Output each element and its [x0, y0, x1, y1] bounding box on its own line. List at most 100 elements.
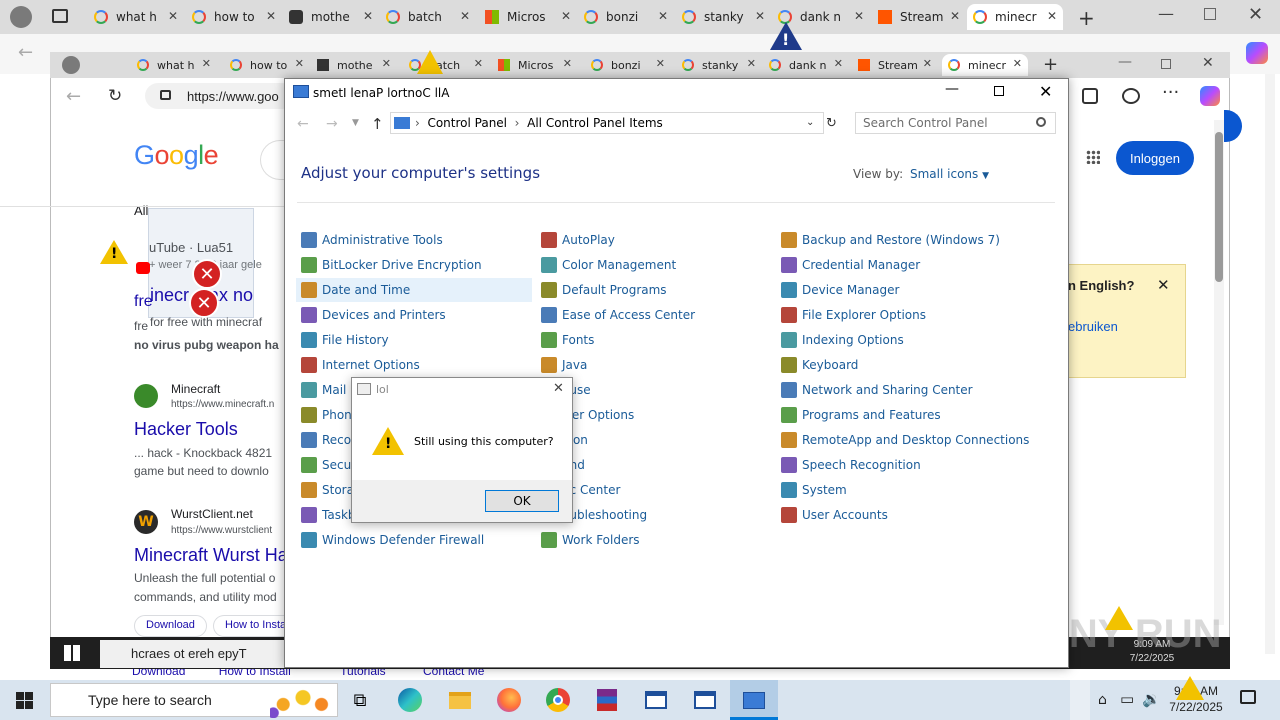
- tab-close-icon[interactable]: ✕: [561, 9, 571, 23]
- inner-refresh-icon[interactable]: ↻: [108, 86, 122, 106]
- cp-item-fonts[interactable]: Fonts: [541, 329, 594, 351]
- cp-item-credential-manager[interactable]: Credential Manager: [781, 254, 920, 276]
- edge-icon[interactable]: [396, 686, 424, 714]
- cp-item-ease-of-access-center[interactable]: Ease of Access Center: [541, 304, 695, 326]
- network-icon[interactable]: ⌂: [1098, 692, 1107, 708]
- extensions-icon[interactable]: [1122, 88, 1140, 104]
- inner-tab-3[interactable]: batch ✕: [403, 54, 489, 76]
- minimize-button[interactable]: —: [1158, 4, 1174, 23]
- cp-item-bitlocker-drive-encryption[interactable]: BitLocker Drive Encryption: [301, 254, 482, 276]
- tab-close-icon[interactable]: ✕: [295, 57, 304, 70]
- copilot-icon[interactable]: [1246, 42, 1268, 64]
- inner-tab-4[interactable]: Micros ✕: [492, 54, 578, 76]
- inner-restore-button[interactable]: [1161, 59, 1171, 69]
- cp-item-autoplay[interactable]: AutoPlay: [541, 229, 615, 251]
- tab-close-icon[interactable]: ✕: [460, 9, 470, 23]
- tab-close-icon[interactable]: ✕: [382, 57, 391, 70]
- inner-back-icon[interactable]: ←: [66, 86, 81, 107]
- dialog-ok-button[interactable]: OK: [485, 490, 559, 512]
- app-window-icon-2[interactable]: [691, 686, 719, 714]
- cp-item-windows-defender-firewall[interactable]: Windows Defender Firewall: [301, 529, 484, 551]
- winrar-icon[interactable]: [593, 686, 621, 714]
- cp-item-mail[interactable]: Mail (: [301, 379, 355, 401]
- show-hidden-icons[interactable]: [1070, 680, 1090, 720]
- volume-icon[interactable]: 🔉: [1142, 690, 1161, 708]
- tab-3[interactable]: batch ✕: [380, 4, 476, 30]
- restore-button[interactable]: [1204, 8, 1216, 20]
- inner-tab-8[interactable]: Stream ✕: [852, 54, 938, 76]
- inner-tab-0[interactable]: what h ✕: [131, 54, 217, 76]
- cp-item-secur[interactable]: Secur: [301, 454, 356, 476]
- inner-start-icon[interactable]: [64, 645, 80, 661]
- cp-search-icon[interactable]: [1036, 117, 1046, 127]
- cp-back-icon[interactable]: ←: [297, 116, 309, 132]
- tab-close-icon[interactable]: ✕: [1047, 9, 1057, 23]
- inner-scrollbar-thumb[interactable]: [1215, 132, 1223, 282]
- minecraft-title[interactable]: Hacker Tools: [134, 419, 238, 440]
- cp-recent-icon[interactable]: ▼: [352, 118, 359, 128]
- cp-item-device-manager[interactable]: Device Manager: [781, 279, 899, 301]
- back-icon[interactable]: ←: [18, 42, 33, 63]
- tab-close-icon[interactable]: ✕: [563, 57, 572, 70]
- cp-up-icon[interactable]: ↑: [371, 115, 384, 133]
- cp-item-date-and-time[interactable]: Date and Time: [301, 279, 410, 301]
- profile-avatar[interactable]: [10, 6, 32, 28]
- view-by-dropdown[interactable]: Small icons ▼: [910, 167, 989, 181]
- view-by-value[interactable]: Small icons: [910, 167, 978, 181]
- more-menu-icon[interactable]: ···: [1162, 82, 1179, 103]
- close-window-button[interactable]: ✕: [1248, 4, 1263, 25]
- cp-item-file-explorer-options[interactable]: File Explorer Options: [781, 304, 926, 326]
- tab-close-icon[interactable]: ✕: [923, 57, 932, 70]
- cp-item-remoteapp-and-desktop-connections[interactable]: RemoteApp and Desktop Connections: [781, 429, 1029, 451]
- cp-item-internet-options[interactable]: Internet Options: [301, 354, 420, 376]
- tab-close-icon[interactable]: ✕: [755, 9, 765, 23]
- tab-close-icon[interactable]: ✕: [658, 9, 668, 23]
- inner-minimize-button[interactable]: —: [1118, 54, 1132, 70]
- cp-item-default-programs[interactable]: Default Programs: [541, 279, 667, 301]
- tab-close-icon[interactable]: ✕: [202, 57, 211, 70]
- tab-close-icon[interactable]: ✕: [168, 9, 178, 23]
- tab-close-icon[interactable]: ✕: [834, 57, 843, 70]
- tab-close-icon[interactable]: ✕: [1013, 57, 1022, 70]
- inner-tab-2[interactable]: mothe ✕: [311, 54, 397, 76]
- tab-0[interactable]: what h ✕: [88, 4, 184, 30]
- wurst-title[interactable]: Minecraft Wurst Ha: [134, 545, 284, 566]
- inner-tab-9[interactable]: minecr ✕: [942, 54, 1028, 76]
- dialog-close-icon[interactable]: ✕: [553, 381, 564, 396]
- tab-1[interactable]: how to ✕: [186, 4, 282, 30]
- collections-icon[interactable]: [1082, 88, 1098, 104]
- inner-close-button[interactable]: ✕: [1202, 55, 1214, 71]
- cp-close-button[interactable]: ✕: [1039, 82, 1052, 101]
- breadcrumb-control-panel[interactable]: Control Panel: [427, 116, 507, 130]
- firefox-icon[interactable]: [495, 686, 523, 714]
- wifi-icon[interactable]: ▭: [1120, 690, 1134, 708]
- cp-item-user-accounts[interactable]: User Accounts: [781, 504, 888, 526]
- cp-forward-icon[interactable]: →: [326, 116, 338, 132]
- google-logo[interactable]: Google: [134, 140, 219, 171]
- tab-close-icon[interactable]: ✕: [950, 9, 960, 23]
- breadcrumb-all-items[interactable]: All Control Panel Items: [527, 116, 663, 130]
- inner-profile-avatar[interactable]: [62, 56, 80, 74]
- inner-new-tab-button[interactable]: +: [1043, 54, 1058, 75]
- cp-item-network-and-sharing-center[interactable]: Network and Sharing Center: [781, 379, 973, 401]
- cp-item-keyboard[interactable]: Keyboard: [781, 354, 858, 376]
- inner-tab-6[interactable]: stanky ✕: [676, 54, 762, 76]
- cp-minimize-button[interactable]: —: [945, 81, 959, 97]
- cp-item-system[interactable]: System: [781, 479, 847, 501]
- tab-8[interactable]: Stream ✕: [872, 4, 966, 30]
- cp-item-java[interactable]: Java: [541, 354, 587, 376]
- start-button[interactable]: [16, 692, 33, 709]
- cp-refresh-icon[interactable]: ↻: [826, 116, 837, 131]
- tab-close-icon[interactable]: ✕: [363, 9, 373, 23]
- cp-item-programs-and-features[interactable]: Programs and Features: [781, 404, 941, 426]
- inner-copilot-icon[interactable]: [1200, 86, 1220, 106]
- translate-popup-link[interactable]: ebruiken: [1068, 319, 1118, 334]
- chip-how-to-install[interactable]: How to Insta: [213, 615, 284, 637]
- tab-close-icon[interactable]: ✕: [266, 9, 276, 23]
- cp-item-administrative-tools[interactable]: Administrative Tools: [301, 229, 443, 251]
- tab-close-icon[interactable]: ✕: [854, 9, 864, 23]
- chrome-icon[interactable]: [544, 686, 572, 714]
- cp-item-file-history[interactable]: File History: [301, 329, 389, 351]
- inner-tab-7[interactable]: dank n ✕: [763, 54, 849, 76]
- login-button[interactable]: Inloggen: [1116, 141, 1194, 175]
